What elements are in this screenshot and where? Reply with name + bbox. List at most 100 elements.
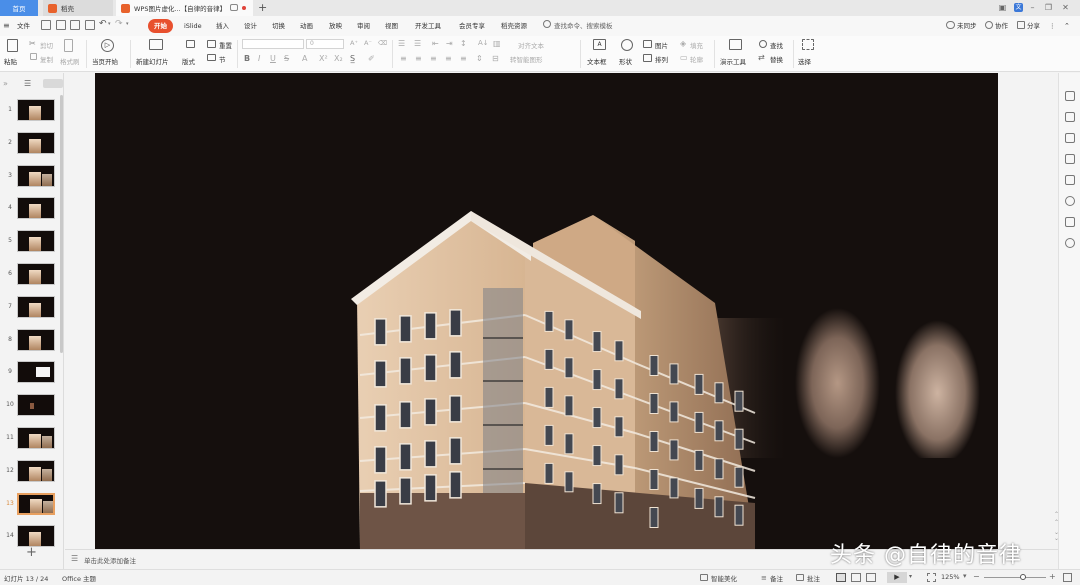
- menu-islide[interactable]: iSlide: [184, 19, 202, 33]
- vertical-align-icon[interactable]: ⊟: [492, 54, 499, 63]
- presentation-tools-button[interactable]: 演示工具: [720, 56, 746, 66]
- tab-document[interactable]: WPS图片虚化...【自律的音律】: [116, 0, 253, 16]
- convert-smartart-button[interactable]: 转智能图形: [510, 54, 543, 64]
- replace-button[interactable]: 替换: [770, 54, 783, 64]
- sync-status[interactable]: 未同步: [957, 19, 977, 33]
- scroll-up-icon[interactable]: ⌃: [1054, 511, 1059, 518]
- select-button[interactable]: 选择: [798, 56, 811, 66]
- presentation-tools-icon[interactable]: [729, 39, 742, 50]
- share-button[interactable]: 分享: [1027, 19, 1040, 33]
- play-dropdown-icon[interactable]: ▾: [909, 573, 912, 580]
- new-slide-icon[interactable]: [149, 39, 163, 50]
- zoom-dropdown-icon[interactable]: ▾: [963, 572, 967, 580]
- arrange-button[interactable]: 排列: [655, 54, 668, 64]
- slide-thumbnail[interactable]: [17, 427, 55, 449]
- thumbnail-scrollbar[interactable]: [60, 95, 63, 353]
- backup-icon[interactable]: [1065, 217, 1075, 227]
- clear-format-icon[interactable]: ⌫: [378, 39, 387, 47]
- shape-button[interactable]: 形状: [619, 56, 632, 66]
- comment-icon[interactable]: [230, 4, 238, 11]
- menu-insert[interactable]: 插入: [216, 19, 229, 33]
- reset-button[interactable]: 重置: [219, 40, 232, 50]
- adjust-icon[interactable]: [1065, 112, 1075, 122]
- select-icon[interactable]: [802, 39, 814, 50]
- menu-daoke-resources[interactable]: 稻壳资源: [501, 19, 527, 33]
- reset-icon[interactable]: [207, 40, 216, 48]
- increase-font-icon[interactable]: A⁺: [350, 39, 358, 47]
- zoom-slider-handle[interactable]: [1020, 574, 1026, 580]
- align-text-button[interactable]: 对齐文本: [518, 40, 544, 50]
- slide-thumbnail[interactable]: [17, 197, 55, 220]
- new-tab-button[interactable]: +: [258, 1, 267, 14]
- undo-dropdown-icon[interactable]: ▾: [108, 21, 111, 27]
- new-slide-button[interactable]: 新建幻灯片: [136, 56, 169, 66]
- find-icon[interactable]: [759, 40, 767, 48]
- cut-button[interactable]: 剪切: [40, 40, 53, 50]
- restore-icon[interactable]: ❐: [1043, 2, 1054, 13]
- fill-icon[interactable]: ◈: [680, 39, 686, 48]
- slide-thumbnail[interactable]: [17, 230, 55, 253]
- file-menu[interactable]: 文件: [17, 19, 30, 33]
- slide-thumbnail[interactable]: [17, 394, 55, 417]
- play-slideshow-icon[interactable]: ▶: [887, 572, 907, 583]
- add-slide-button[interactable]: +: [26, 545, 37, 560]
- indent-increase-icon[interactable]: ⇥: [446, 39, 453, 48]
- slide-thumbnail[interactable]: [17, 295, 55, 318]
- redo-icon[interactable]: ↷: [115, 19, 123, 29]
- outline-icon[interactable]: ▭: [680, 53, 688, 62]
- text-box-button[interactable]: 文本框: [587, 56, 607, 66]
- more-options-icon[interactable]: ⋮: [1049, 19, 1056, 33]
- slide-thumbnail[interactable]: [17, 328, 55, 351]
- bullet-list-icon[interactable]: ☰: [398, 39, 405, 48]
- outline-button[interactable]: 轮廓: [690, 54, 703, 64]
- arrange-icon[interactable]: [643, 54, 652, 62]
- reading-view-icon[interactable]: [866, 573, 876, 582]
- indent-decrease-icon[interactable]: ⇤: [432, 39, 439, 48]
- menu-developer[interactable]: 开发工具: [415, 19, 441, 33]
- slide-thumbnail[interactable]: [17, 99, 55, 121]
- slide-thumbnail[interactable]: [17, 492, 55, 515]
- justify-icon[interactable]: ≡: [445, 54, 452, 63]
- cut-icon[interactable]: ✂: [29, 39, 36, 48]
- smart-beautify-button[interactable]: 智能美化: [711, 573, 737, 583]
- slide-thumbnail[interactable]: [17, 164, 55, 187]
- align-left-icon[interactable]: ≡: [400, 54, 407, 63]
- strikethrough-icon[interactable]: S: [284, 54, 289, 63]
- animation-pane-icon[interactable]: [1065, 133, 1075, 143]
- font-name-select[interactable]: [242, 39, 304, 49]
- notes-toggle-button[interactable]: 备注: [770, 573, 783, 583]
- zoom-in-icon[interactable]: +: [1049, 572, 1056, 581]
- fill-button[interactable]: 填充: [690, 40, 703, 50]
- numbered-list-icon[interactable]: ☰: [414, 39, 421, 48]
- format-painter-button[interactable]: 格式刷: [60, 56, 80, 66]
- menu-design[interactable]: 设计: [244, 19, 257, 33]
- scroll-up2-icon[interactable]: ⌃: [1054, 519, 1059, 526]
- italic-icon[interactable]: I: [258, 54, 260, 63]
- slide-canvas[interactable]: [95, 73, 998, 549]
- layout-icon[interactable]: [186, 40, 195, 48]
- picture-icon[interactable]: [643, 40, 652, 48]
- paragraph-spacing-icon[interactable]: ⇕: [476, 54, 483, 63]
- font-color-icon[interactable]: A: [302, 54, 307, 63]
- slide-sorter-icon[interactable]: [851, 573, 861, 582]
- slide-thumbnail[interactable]: [17, 361, 55, 384]
- zoom-slider[interactable]: [984, 577, 1046, 578]
- theme-name[interactable]: Office 主题: [62, 573, 96, 583]
- underline-icon[interactable]: U: [270, 54, 276, 63]
- align-center-icon[interactable]: ≡: [415, 54, 422, 63]
- slide-thumbnail[interactable]: [17, 263, 55, 285]
- save-icon[interactable]: [41, 20, 51, 30]
- superscript-icon[interactable]: X²: [319, 54, 328, 63]
- menu-view[interactable]: 视图: [385, 19, 398, 33]
- layout-button[interactable]: 版式: [182, 56, 195, 66]
- columns-icon[interactable]: ▥: [493, 39, 501, 48]
- subscript-icon[interactable]: X₂: [334, 54, 343, 63]
- menu-member[interactable]: 会员专享: [459, 19, 485, 33]
- copy-button[interactable]: 复制: [40, 54, 53, 64]
- format-painter-icon[interactable]: [64, 39, 73, 52]
- menu-animation[interactable]: 动画: [300, 19, 313, 33]
- fit-window-icon[interactable]: [927, 573, 936, 582]
- menu-start[interactable]: 开始: [148, 19, 173, 33]
- settings-icon[interactable]: [1065, 238, 1075, 248]
- print-icon[interactable]: [70, 20, 80, 30]
